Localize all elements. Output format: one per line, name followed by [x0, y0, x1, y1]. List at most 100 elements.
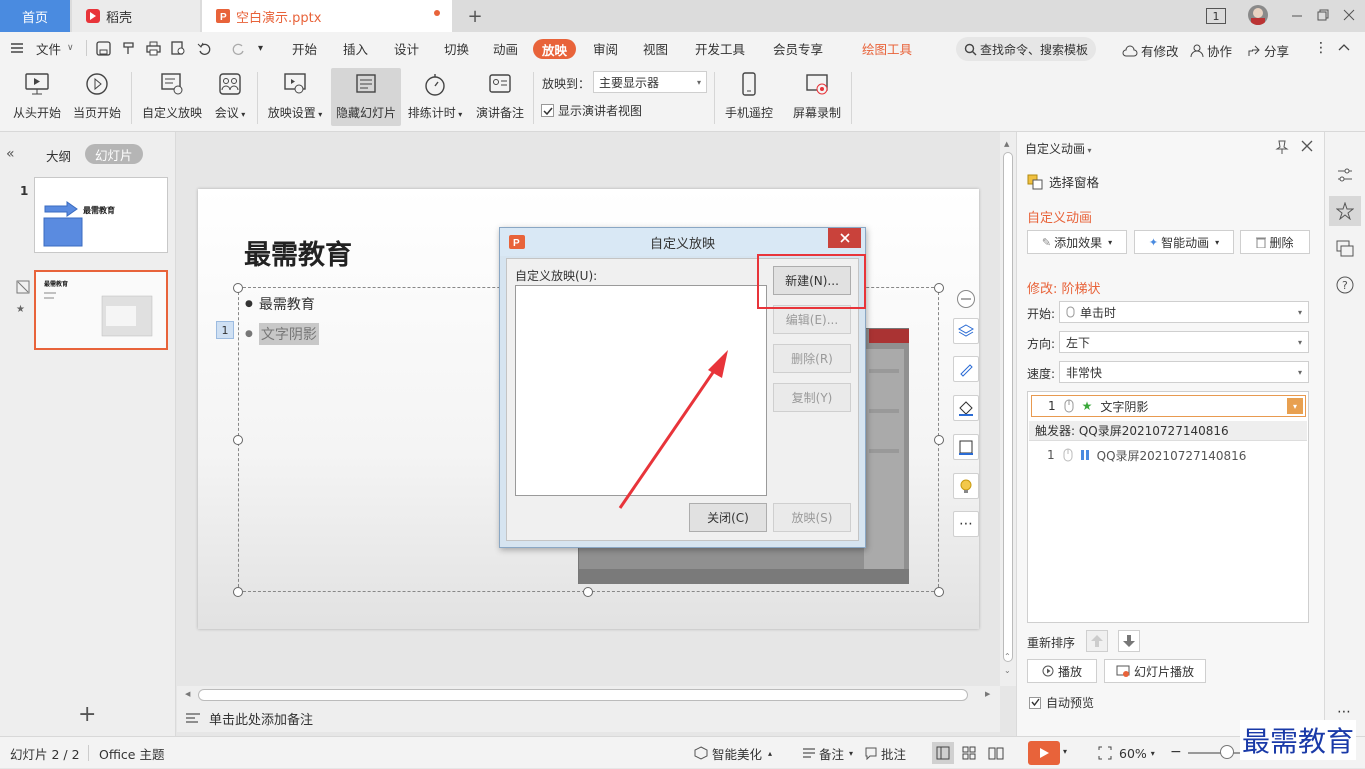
fit-window-icon[interactable] [1098, 746, 1112, 760]
slideshow-play-button[interactable]: 幻灯片播放 [1104, 659, 1206, 683]
presenter-view-checkbox[interactable]: 显示演讲者视图 [541, 102, 642, 119]
frame-icon[interactable] [953, 434, 979, 460]
add-effect-button[interactable]: ✎ 添加效果 ▾ [1027, 230, 1127, 254]
collaborate-button[interactable]: 协作 [1190, 41, 1232, 60]
animation-item-1[interactable]: 1 ★ 文字阴影 ▾ [1031, 395, 1306, 417]
menu-animation[interactable]: 动画 [493, 32, 518, 64]
delete-custom-show-button[interactable]: 删除(R) [773, 344, 851, 373]
slide-sorter-icon[interactable] [962, 746, 976, 760]
tab-document[interactable]: P 空白演示.pptx [202, 0, 452, 32]
print-icon[interactable] [146, 32, 161, 64]
theme-name[interactable]: Office 主题 [99, 737, 164, 769]
animation-pane-icon[interactable] [1329, 196, 1361, 226]
rehearse-timing-button[interactable]: 排练计时 ▾ [405, 68, 465, 126]
redo-icon[interactable] [231, 32, 246, 64]
menu-developer[interactable]: 开发工具 [695, 32, 745, 64]
pen-icon[interactable] [953, 356, 979, 382]
tab-docer[interactable]: 稻壳 [72, 0, 200, 32]
smart-animation-button[interactable]: ✦ 智能动画 ▾ [1134, 230, 1234, 254]
menu-transition[interactable]: 切换 [444, 32, 469, 64]
collapse-ribbon-icon[interactable] [1338, 42, 1350, 52]
meeting-button[interactable]: 会议 ▾ [208, 68, 252, 126]
resize-handle[interactable] [233, 435, 243, 445]
zoom-out-icon[interactable]: − [1170, 744, 1182, 760]
item-dropdown-icon[interactable]: ▾ [1287, 398, 1303, 414]
animation-order-marker[interactable]: 1 [216, 321, 234, 339]
animation-item-2[interactable]: 1 QQ录屏20210727140816 [1031, 445, 1306, 465]
resize-handle[interactable] [934, 435, 944, 445]
animation-list[interactable]: 1 ★ 文字阴影 ▾ 触发器: QQ录屏20210727140816 1 QQ录… [1027, 391, 1309, 623]
start-select[interactable]: 单击时 ▾ [1059, 301, 1309, 323]
tab-outline[interactable]: 大纲 [46, 146, 71, 165]
menu-slideshow[interactable]: 放映 [533, 39, 577, 59]
share-button[interactable]: 分享 [1247, 41, 1289, 60]
play-from-current-button[interactable]: 当页开始 [70, 68, 124, 126]
scroll-up-icon[interactable]: ▲ [1004, 140, 1009, 148]
smart-beautify-button[interactable]: 智能美化 ▴ [694, 737, 772, 769]
scroll-right-icon[interactable]: ▶ [985, 690, 990, 698]
fill-icon[interactable] [953, 395, 979, 421]
normal-view-icon[interactable] [932, 742, 954, 764]
resize-handle[interactable] [583, 587, 593, 597]
zoom-level[interactable]: 60% ▾ [1119, 737, 1155, 769]
resize-handle[interactable] [934, 587, 944, 597]
dialog-title-bar[interactable]: P 自定义放映 [500, 228, 865, 256]
slide-thumbnail-1[interactable]: 最需教育 [34, 177, 168, 253]
collapse-panel-icon[interactable]: « [6, 146, 15, 162]
more-options-icon[interactable]: ⋯ [1337, 704, 1351, 720]
dialog-close-icon[interactable] [828, 228, 861, 248]
menu-view[interactable]: 视图 [643, 32, 668, 64]
resize-handle[interactable] [233, 283, 243, 293]
scroll-left-icon[interactable]: ◀ [185, 690, 190, 698]
edit-custom-show-button[interactable]: 编辑(E)... [773, 305, 851, 334]
menu-insert[interactable]: 插入 [343, 32, 368, 64]
save-icon[interactable] [96, 32, 111, 64]
restore-icon[interactable] [1316, 8, 1330, 22]
horizontal-scroll-thumb[interactable] [198, 689, 968, 701]
show-to-select[interactable]: 主要显示器 ▾ [593, 71, 707, 93]
speed-select[interactable]: 非常快 ▾ [1059, 361, 1309, 383]
bullet-2[interactable]: ● 文字阴影 [245, 323, 319, 345]
help-icon[interactable]: ? [1336, 276, 1354, 294]
notes-toggle-button[interactable]: 备注 ▾ [802, 737, 853, 769]
play-slideshow-icon[interactable] [1028, 741, 1060, 765]
hide-slide-button[interactable]: 隐藏幻灯片 [331, 68, 401, 126]
show-custom-show-button[interactable]: 放映(S) [773, 503, 851, 532]
close-window-icon[interactable] [1342, 8, 1356, 22]
resize-handle[interactable] [233, 587, 243, 597]
screen-record-button[interactable]: 屏幕录制 [790, 68, 844, 126]
close-panel-icon[interactable] [1301, 140, 1313, 152]
pin-icon[interactable] [1275, 139, 1289, 155]
slide-thumbnail-2[interactable]: 最需教育 [34, 270, 168, 350]
chevron-down-icon[interactable]: ▾ [1063, 747, 1067, 756]
tab-home[interactable]: 首页 [0, 0, 70, 32]
delete-animation-button[interactable]: 删除 [1240, 230, 1310, 254]
menu-drawing-tools[interactable]: 绘图工具 [862, 32, 912, 64]
more-tools-icon[interactable]: ⋯ [953, 511, 979, 537]
layers-icon[interactable] [953, 318, 979, 344]
minimize-icon[interactable] [1290, 8, 1304, 22]
selection-pane-link[interactable]: 选择窗格 [1027, 172, 1099, 191]
menu-design[interactable]: 设计 [394, 32, 419, 64]
trigger-header[interactable]: 触发器: QQ录屏20210727140816 [1029, 421, 1307, 441]
format-painter-icon[interactable] [121, 32, 136, 64]
vertical-scrollbar[interactable]: ▲ ⌃ ⌄ [1000, 132, 1016, 686]
page-up-icon[interactable]: ⌃ [1004, 652, 1011, 661]
new-tab-button[interactable]: + [460, 0, 490, 32]
command-search[interactable]: 查找命令、搜索模板 [956, 37, 1096, 61]
more-menu-icon[interactable]: ⋮ [1314, 40, 1328, 56]
idea-bulb-icon[interactable] [953, 473, 979, 499]
menu-member[interactable]: 会员专享 [773, 32, 823, 64]
menu-file[interactable]: 文件 ∨ [36, 32, 74, 64]
avatar[interactable] [1248, 5, 1268, 25]
move-down-icon[interactable] [1118, 630, 1140, 652]
modified-button[interactable]: 有修改 [1122, 41, 1179, 60]
auto-preview-checkbox[interactable]: 自动预览 [1029, 694, 1094, 711]
show-settings-button[interactable]: 放映设置 ▾ [264, 68, 326, 126]
collapse-tools-icon[interactable] [957, 290, 975, 308]
phone-remote-button[interactable]: 手机遥控 [722, 68, 776, 126]
horizontal-scrollbar[interactable]: ◀ ▶ [177, 686, 1000, 704]
custom-show-button[interactable]: 自定义放映 [140, 68, 204, 126]
properties-icon[interactable] [1336, 166, 1354, 184]
speaker-notes-button[interactable]: 演讲备注 [472, 68, 528, 126]
